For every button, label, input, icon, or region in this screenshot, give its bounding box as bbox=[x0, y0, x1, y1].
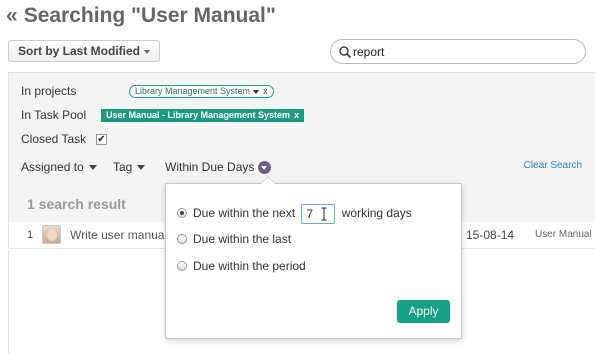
due-days-popup: Due within the next 7 working days Due w… bbox=[165, 176, 462, 339]
back-icon[interactable]: « bbox=[6, 4, 18, 27]
task-name-link[interactable]: Write user manual bbox=[70, 228, 167, 242]
caret-down-icon bbox=[137, 165, 146, 171]
remove-task-pool-tag-icon[interactable]: x bbox=[294, 110, 299, 120]
task-pool-tag-label: User Manual - Library Management System bbox=[106, 110, 291, 120]
assigned-to-dropdown[interactable]: Assigned to bbox=[21, 160, 97, 174]
remove-project-tag-icon[interactable]: x bbox=[263, 86, 268, 96]
project-filter-tag[interactable]: Library Management System x bbox=[129, 85, 274, 98]
results-count: 1 search result bbox=[27, 196, 126, 212]
task-project: User Manual bbox=[535, 229, 592, 240]
tag-label: Tag bbox=[113, 160, 133, 174]
closed-task-checkbox[interactable]: ✔ bbox=[96, 134, 107, 145]
avatar bbox=[42, 225, 61, 244]
due-next-radio[interactable] bbox=[177, 208, 187, 219]
search-field[interactable] bbox=[330, 39, 586, 64]
due-period-label: Due within the period bbox=[193, 259, 306, 273]
due-last-radio[interactable] bbox=[177, 234, 187, 244]
due-next-label: Due within the next bbox=[193, 206, 296, 221]
task-pool-label: In Task Pool bbox=[21, 108, 87, 122]
days-value: 7 bbox=[306, 207, 314, 221]
within-due-days-dropdown[interactable]: Within Due Days bbox=[165, 160, 272, 175]
search-icon bbox=[339, 46, 352, 59]
caret-down-icon bbox=[144, 49, 151, 54]
avatar-face bbox=[47, 229, 57, 241]
caret-down-icon bbox=[88, 165, 97, 171]
due-last-option[interactable]: Due within the last bbox=[177, 232, 291, 246]
closed-task-label: Closed Task bbox=[21, 132, 87, 146]
clear-search-link[interactable]: Clear Search bbox=[524, 160, 582, 171]
due-period-radio[interactable] bbox=[177, 261, 187, 271]
caret-down-icon[interactable] bbox=[253, 89, 260, 94]
sort-button[interactable]: Sort by Last Modified bbox=[8, 40, 161, 62]
tag-dropdown[interactable]: Tag bbox=[113, 160, 146, 174]
filter-panel: In projects Library Management System x I… bbox=[8, 72, 595, 182]
task-pool-filter-tag[interactable]: User Manual - Library Management System x bbox=[101, 109, 305, 122]
due-next-option[interactable]: Due within the next 7 working days bbox=[177, 204, 412, 224]
page-title: «Searching "User Manual" bbox=[6, 4, 276, 28]
assigned-to-label: Assigned to bbox=[21, 160, 84, 174]
row-number: 1 bbox=[27, 229, 34, 241]
toolbar: Sort by Last Modified bbox=[0, 30, 595, 70]
search-title-text: Searching "User Manual" bbox=[23, 4, 276, 27]
task-date: 15-08-14 bbox=[466, 228, 515, 242]
due-last-label: Due within the last bbox=[193, 232, 292, 246]
search-input[interactable] bbox=[353, 43, 573, 61]
apply-button[interactable]: Apply bbox=[397, 300, 450, 323]
circle-chevron-down-icon[interactable] bbox=[258, 161, 272, 175]
days-input[interactable]: 7 bbox=[301, 204, 336, 224]
within-due-days-label: Within Due Days bbox=[165, 160, 255, 174]
projects-label: In projects bbox=[21, 84, 77, 98]
text-cursor-icon bbox=[321, 207, 327, 221]
working-days-label: working days bbox=[341, 206, 412, 221]
sort-button-label: Sort by Last Modified bbox=[18, 44, 141, 58]
project-tag-label: Library Management System bbox=[135, 86, 251, 96]
due-period-option[interactable]: Due within the period bbox=[177, 259, 306, 273]
